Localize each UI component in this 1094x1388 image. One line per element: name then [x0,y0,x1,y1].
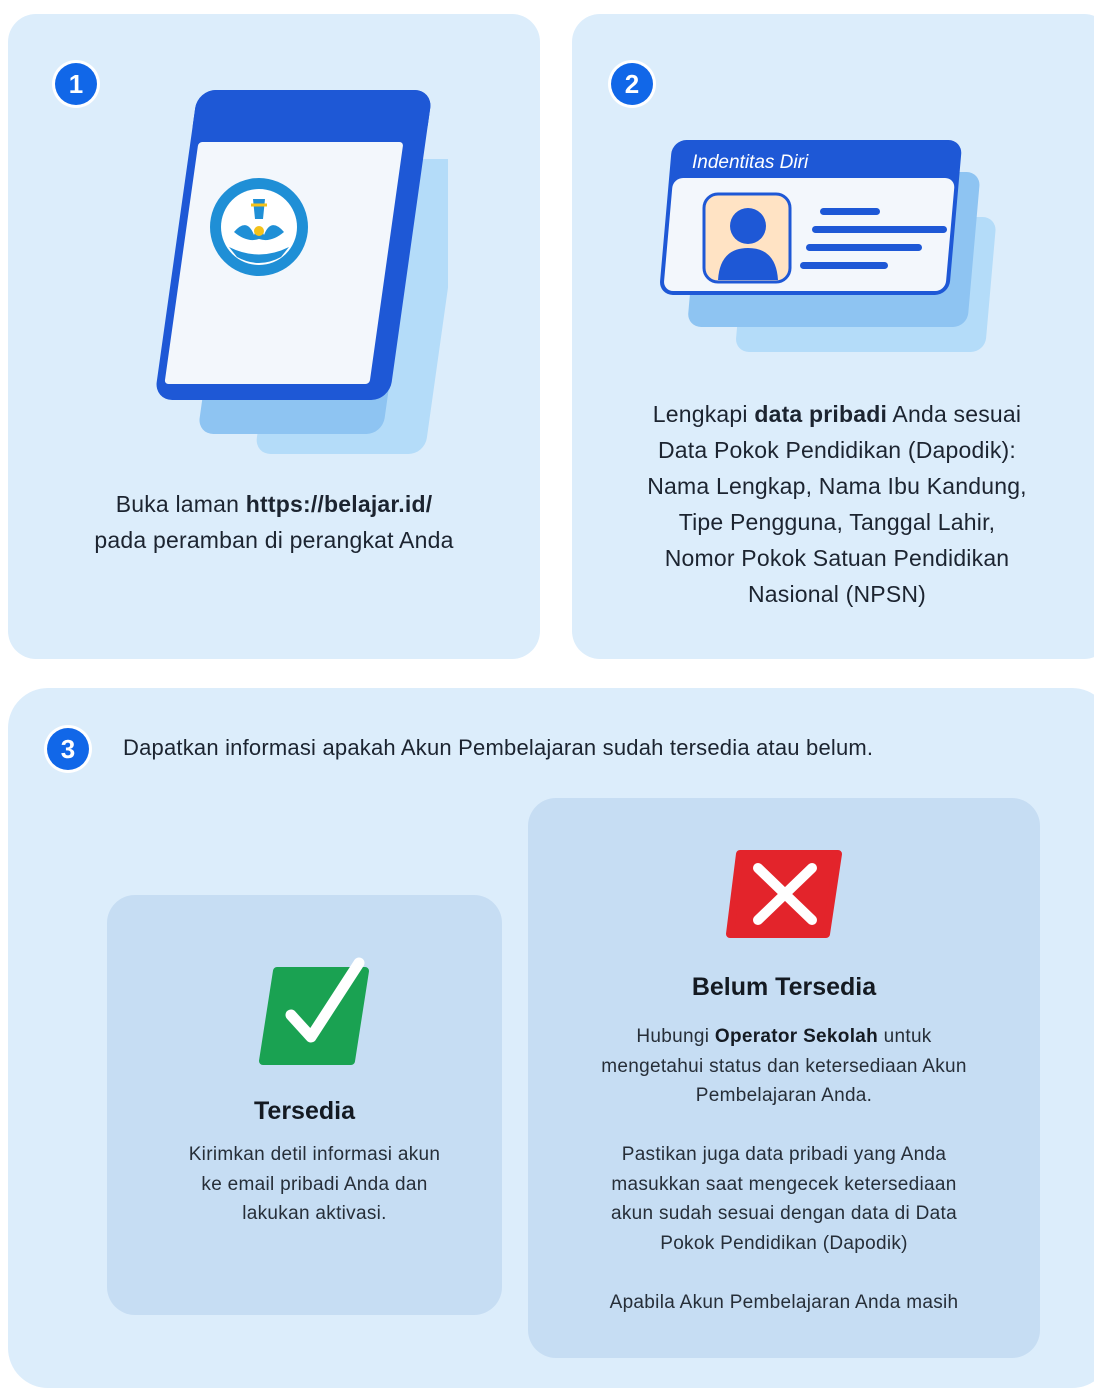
available-line2: ke email pribadi Anda dan [201,1173,428,1195]
step-2-line4: Tipe Pengguna, Tanggal Lahir, [678,509,996,535]
step-1-badge: 1 [55,63,97,105]
unavailable-p1-line2: mengetahui status dan ketersediaan Akun [601,1055,967,1077]
step-2-prefix: Lengkapi [652,401,755,427]
operator-sekolah: Operator Sekolah [714,1026,879,1047]
check-icon [259,957,369,1065]
available-line3: lakukan aktivasi. [242,1203,387,1224]
step-1-text: Buka laman https://belajar.id/ pada pera… [8,486,540,558]
step-2-line5: Nomor Pokok Satuan Pendidikan [664,545,1010,571]
step-3-badge: 3 [47,728,89,770]
available-title: Tersedia [254,1097,355,1125]
step-2-card: 2 Indentitas Diri Lengkapi data pribadi … [572,14,1094,659]
unavailable-text: Hubungi Operator Sekolah untuk mengetahu… [528,1022,1040,1317]
step-2-line6: Nasional (NPSN) [747,581,927,607]
step-1-text-line2: pada peramban di perangkat Anda [94,527,454,553]
step-2-badge: 2 [611,63,653,105]
step-2-rest: Anda sesuai [887,401,1022,427]
phone-illustration [156,90,448,454]
id-card-illustration: Indentitas Diri [660,140,996,352]
unavailable-p1-line3: Pembelajaran Anda. [695,1085,873,1106]
unavailable-title: Belum Tersedia [691,973,877,1001]
cross-icon [726,850,842,938]
step-2-line2: Data Pokok Pendidikan (Dapodik): [658,437,1016,463]
step-3-heading: Dapatkan informasi apakah Akun Pembelaja… [123,735,874,760]
step-2-bold: data pribadi [754,401,888,427]
unavailable-box: Belum Tersedia Hubungi Operator Sekolah … [528,798,1040,1358]
step-2-line3: Nama Lengkap, Nama Ibu Kandung, [647,473,1027,499]
id-card-title: Indentitas Diri [692,152,809,173]
unavailable-p2-line1: Pastikan juga data pribadi yang Anda [621,1144,947,1165]
step-1-url[interactable]: https://belajar.id/ [246,491,433,517]
available-line1: Kirimkan detil informasi akun [188,1144,441,1165]
step-2-text: Lengkapi data pribadi Anda sesuai Data P… [572,396,1094,612]
unavailable-p1-rest: untuk [878,1026,932,1047]
unavailable-p2-line3: akun sudah sesuai dengan data di Data [611,1203,957,1224]
step-1-text-prefix: Buka laman [115,491,246,517]
tut-wuri-logo [210,178,308,276]
available-text: Kirimkan detil informasi akun ke email p… [117,1140,512,1229]
unavailable-p3-line1: Apabila Akun Pembelajaran Anda masih [609,1291,959,1313]
unavailable-p1-prefix: Hubungi [636,1026,715,1047]
step-1-card: 1 Buka laman https://belajar.id/ pada pe… [8,14,540,659]
unavailable-p2-line4: Pokok Pendidikan (Dapodik) [660,1232,908,1254]
available-box: Tersedia Kirimkan detil informasi akun k… [107,895,502,1315]
unavailable-p2-line2: masukkan saat mengecek ketersediaan [611,1173,957,1195]
